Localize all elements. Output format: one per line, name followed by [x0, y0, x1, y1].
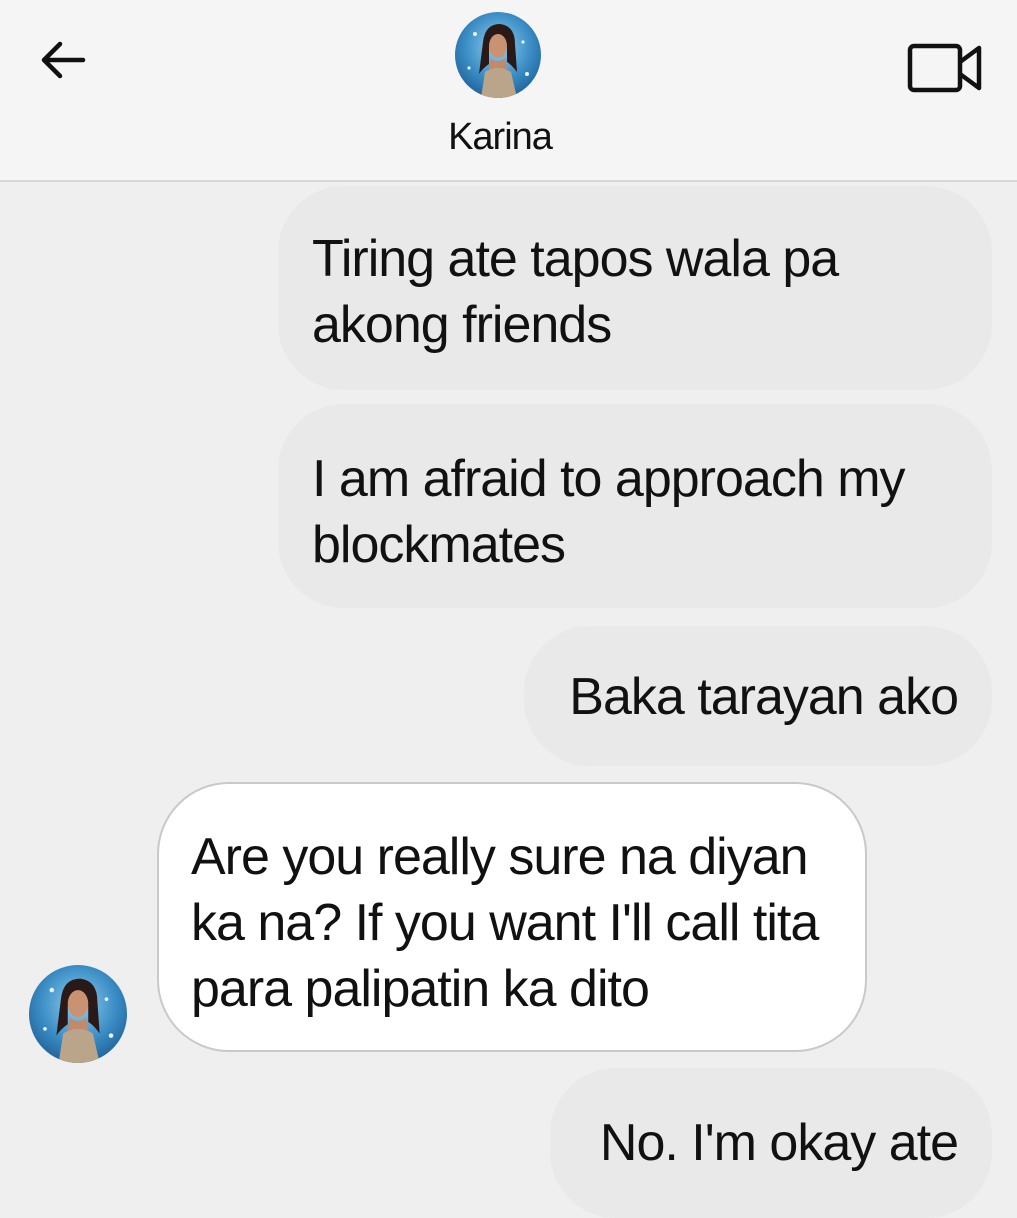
outgoing-message[interactable]: Baka tarayan ako — [524, 626, 992, 766]
outgoing-message[interactable]: Tiring ate tapos wala pa akong friends — [278, 186, 992, 390]
video-camera-icon — [907, 43, 982, 93]
outgoing-message[interactable]: No. I'm okay ate — [550, 1068, 992, 1218]
contact-avatar[interactable] — [455, 12, 541, 98]
back-button[interactable] — [34, 32, 90, 88]
contact-name: Karina — [448, 116, 553, 158]
contact-photo — [455, 12, 541, 98]
outgoing-message[interactable]: I am afraid to approach my blockmates — [278, 404, 992, 608]
video-call-button[interactable] — [904, 38, 986, 98]
chat-header: Karina — [0, 0, 1017, 182]
arrow-left-icon — [41, 41, 86, 79]
sender-photo — [29, 965, 127, 1063]
sender-avatar[interactable] — [29, 965, 127, 1063]
incoming-message[interactable]: Are you really sure na diyan ka na? If y… — [157, 782, 867, 1052]
